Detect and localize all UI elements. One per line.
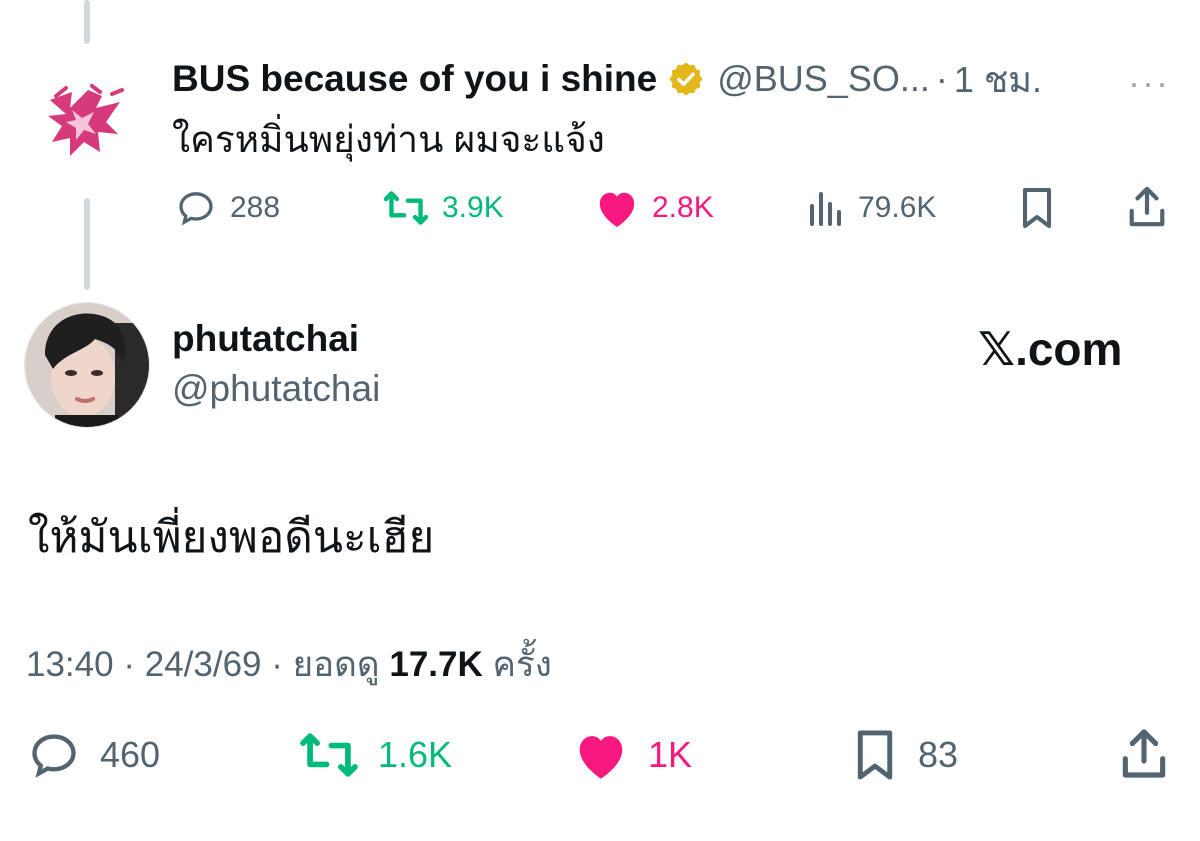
x-com-watermark: 𝕏 .com <box>978 322 1122 376</box>
x-logo-icon: 𝕏 <box>978 322 1016 376</box>
quoted-handle[interactable]: @BUS_SO... <box>717 58 930 100</box>
quoted-views-button[interactable]: 79.6K <box>806 186 936 230</box>
thread-line-bottom <box>84 198 90 290</box>
meta-separator: · <box>123 645 145 684</box>
repost-count: 1.6K <box>378 734 453 775</box>
views-chart-icon <box>810 192 841 226</box>
bookmark-icon[interactable] <box>1016 186 1058 235</box>
quoted-display-name[interactable]: BUS because of you i shine <box>172 58 657 100</box>
x-domain-text: .com <box>1015 323 1123 375</box>
more-options-icon[interactable]: ··· <box>1128 62 1170 104</box>
tweet-meta: 13:40 · 24/3/69 · ยอดดู 17.7K ครั้ง <box>26 637 552 692</box>
heart-icon <box>599 192 635 228</box>
quoted-repost-count: 3.9K <box>442 191 504 224</box>
quoted-tweet-text: ใครหมิ่นพยุ่งท่าน ผมจะแจ้ง <box>172 119 605 160</box>
avatar[interactable] <box>24 302 150 428</box>
quoted-views-count: 79.6K <box>858 191 937 224</box>
repost-icon <box>383 191 429 225</box>
views-label: ยอดดู <box>292 645 380 684</box>
tweet-text: ให้มันเพี่ยงพอดีนะเฮีย <box>28 513 435 562</box>
quoted-reply-count: 288 <box>230 191 281 224</box>
verified-badge-icon[interactable] <box>667 60 705 98</box>
bookmark-icon <box>857 730 893 780</box>
repost-button[interactable]: 1.6K <box>298 728 452 782</box>
separator-dot: · <box>935 58 948 99</box>
like-count: 1K <box>648 734 693 775</box>
tweet-date[interactable]: 24/3/69 <box>145 645 262 684</box>
heart-icon <box>579 736 623 779</box>
bookmark-button[interactable]: 83 <box>850 728 958 782</box>
like-button[interactable]: 1K <box>572 728 692 782</box>
repost-icon <box>300 733 358 777</box>
meta-separator: · <box>271 645 293 684</box>
reply-count: 460 <box>100 734 161 775</box>
share-icon[interactable] <box>1118 726 1170 787</box>
reply-icon <box>179 192 213 226</box>
share-icon[interactable] <box>1126 184 1168 235</box>
reply-icon <box>32 734 76 778</box>
views-unit: ครั้ง <box>492 645 552 684</box>
bus-logo-avatar[interactable] <box>42 82 128 162</box>
tweet-time[interactable]: 13:40 <box>26 645 114 684</box>
quoted-like-count: 2.8K <box>652 191 714 224</box>
bookmark-count: 83 <box>918 734 959 775</box>
quoted-timestamp[interactable]: 1 ชม. <box>954 51 1042 108</box>
thread-line-top <box>84 0 90 44</box>
quoted-reply-button[interactable]: 288 <box>174 186 280 230</box>
reply-button[interactable]: 460 <box>26 728 160 782</box>
quoted-like-button[interactable]: 2.8K <box>594 186 714 230</box>
views-count: 17.7K <box>389 645 483 684</box>
quoted-tweet-header: BUS because of you i shine @BUS_SO... · … <box>172 56 1042 102</box>
quoted-repost-button[interactable]: 3.9K <box>382 186 504 230</box>
author-handle[interactable]: @phutatchai <box>172 368 380 410</box>
author-name[interactable]: phutatchai <box>172 318 359 360</box>
